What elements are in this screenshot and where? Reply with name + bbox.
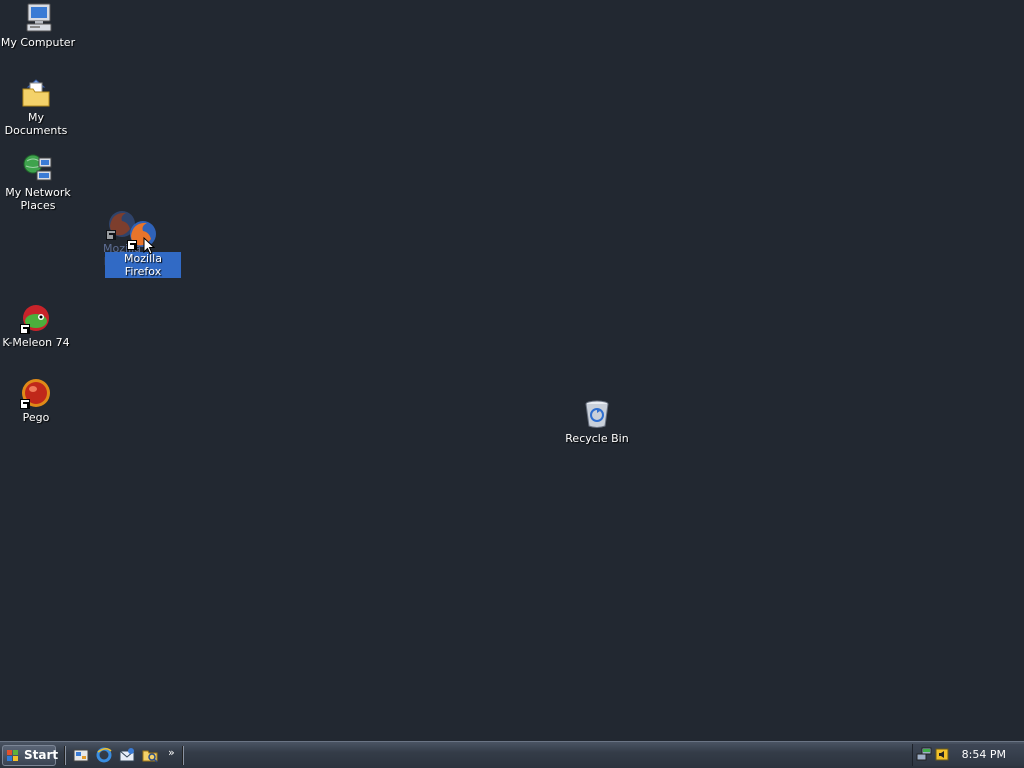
- desktop-icon-label: Pego: [22, 411, 50, 424]
- computer-icon: [22, 2, 54, 34]
- outlook-express-icon[interactable]: [119, 747, 135, 763]
- start-button[interactable]: Start: [2, 745, 59, 766]
- taskbar-grip[interactable]: [182, 746, 184, 765]
- shortcut-arrow-icon: [20, 324, 30, 334]
- desktop-icon-my-computer[interactable]: My Computer: [0, 2, 76, 49]
- documents-folder-icon: [20, 77, 52, 109]
- desktop-icon-label: Mozilla Firefox: [105, 252, 181, 278]
- network-places-icon: [22, 152, 54, 184]
- taskbar: Start » 8:54 PM: [0, 741, 1024, 768]
- desktop-icon-my-documents[interactable]: My Documents: [0, 77, 74, 137]
- quick-launch-grip[interactable]: [64, 746, 66, 765]
- internet-explorer-icon[interactable]: [96, 747, 112, 763]
- shortcut-arrow-icon: [127, 240, 137, 250]
- recycle-bin-icon: [581, 398, 613, 430]
- pego-icon: [20, 377, 52, 409]
- desktop[interactable]: My Computer My Documents My Network Plac…: [0, 0, 1024, 741]
- kmeleon-icon: [20, 302, 52, 334]
- desktop-icon-pego[interactable]: Pego: [0, 377, 74, 424]
- desktop-icon-my-network-places[interactable]: My Network Places: [0, 152, 76, 212]
- quick-launch-overflow-button[interactable]: »: [168, 746, 175, 759]
- clock[interactable]: 8:54 PM: [962, 748, 1006, 761]
- shortcut-arrow-icon: [20, 399, 30, 409]
- windows-flag-icon: [7, 750, 19, 762]
- desktop-icon-recycle-bin[interactable]: Recycle Bin: [559, 398, 635, 445]
- windows-explorer-icon[interactable]: [142, 747, 158, 763]
- network-icon[interactable]: [916, 746, 932, 762]
- desktop-icon-label: My Computer: [0, 36, 76, 49]
- desktop-icon-kmeleon[interactable]: K-Meleon 74: [0, 302, 74, 349]
- desktop-icon-label: My Documents: [4, 111, 68, 137]
- start-label: Start: [24, 748, 59, 762]
- mouse-cursor-icon: [143, 236, 156, 255]
- system-tray: 8:54 PM: [912, 744, 1024, 766]
- desktop-icon-label: My Network Places: [5, 186, 71, 212]
- desktop-icon-label: K-Meleon 74: [2, 336, 70, 349]
- volume-icon[interactable]: [934, 746, 950, 762]
- desktop-icon-label: Recycle Bin: [565, 432, 629, 445]
- show-desktop-icon[interactable]: [73, 747, 89, 763]
